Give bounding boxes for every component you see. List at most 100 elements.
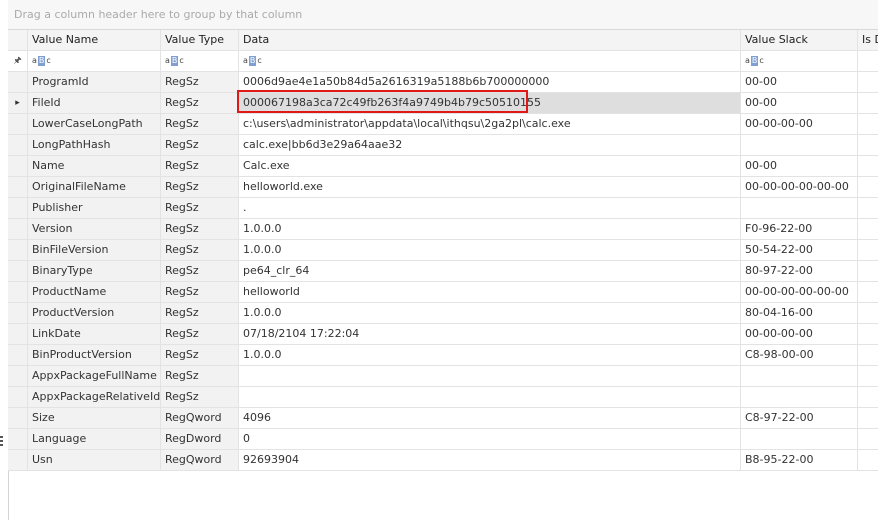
is-d-cell[interactable]: [858, 303, 878, 323]
value-type-cell[interactable]: RegSz: [161, 303, 239, 323]
value-slack-cell[interactable]: C8-98-00-00: [741, 345, 858, 365]
data-cell[interactable]: helloworld: [239, 282, 741, 302]
value-name-cell[interactable]: Publisher: [28, 198, 161, 218]
value-slack-cell[interactable]: 00-00: [741, 72, 858, 92]
data-cell[interactable]: 1.0.0.0: [239, 303, 741, 323]
data-cell[interactable]: [239, 387, 741, 407]
table-row[interactable]: BinProductVersion RegSz 1.0.0.0 C8-98-00-00: [8, 345, 878, 366]
value-name-cell[interactable]: FileId: [28, 93, 161, 113]
value-slack-cell[interactable]: 80-04-16-00: [741, 303, 858, 323]
is-d-cell[interactable]: [858, 198, 878, 218]
value-slack-cell[interactable]: F0-96-22-00: [741, 219, 858, 239]
table-row[interactable]: Language RegDword 0: [8, 429, 878, 450]
data-cell[interactable]: 0: [239, 429, 741, 449]
value-name-cell[interactable]: ProgramId: [28, 72, 161, 92]
table-row[interactable]: LinkDate RegSz 07/18/2104 17:22:04 00-00-00…: [8, 324, 878, 345]
data-cell[interactable]: 1.0.0.0: [239, 219, 741, 239]
table-row[interactable]: BinFileVersion RegSz 1.0.0.0 50-54-22-00: [8, 240, 878, 261]
value-slack-cell[interactable]: 80-97-22-00: [741, 261, 858, 281]
value-slack-cell[interactable]: [741, 366, 858, 386]
is-d-cell[interactable]: [858, 408, 878, 428]
column-header-data[interactable]: Data: [239, 30, 741, 50]
value-name-cell[interactable]: AppxPackageRelativeId: [28, 387, 161, 407]
table-row[interactable]: Version RegSz 1.0.0.0 F0-96-22-00: [8, 219, 878, 240]
is-d-cell[interactable]: [858, 345, 878, 365]
value-type-cell[interactable]: RegSz: [161, 282, 239, 302]
value-name-cell[interactable]: Language: [28, 429, 161, 449]
table-row[interactable]: OriginalFileName RegSz helloworld.exe 00-00…: [8, 177, 878, 198]
value-name-cell[interactable]: BinProductVersion: [28, 345, 161, 365]
is-d-cell[interactable]: [858, 93, 878, 113]
value-name-cell[interactable]: AppxPackageFullName: [28, 366, 161, 386]
data-cell[interactable]: Calc.exe: [239, 156, 741, 176]
is-d-cell[interactable]: [858, 450, 878, 470]
group-by-panel[interactable]: Drag a column header here to group by th…: [8, 0, 878, 30]
column-header-value-slack[interactable]: Value Slack: [741, 30, 858, 50]
value-type-cell[interactable]: RegQword: [161, 450, 239, 470]
table-row[interactable]: Size RegQword 4096 C8-97-22-00: [8, 408, 878, 429]
value-type-cell[interactable]: RegSz: [161, 93, 239, 113]
value-slack-cell[interactable]: 00-00-00-00: [741, 114, 858, 134]
data-cell[interactable]: 1.0.0.0: [239, 240, 741, 260]
value-name-cell[interactable]: Usn: [28, 450, 161, 470]
value-slack-cell[interactable]: 00-00-00-00-00-00: [741, 177, 858, 197]
data-cell[interactable]: 07/18/2104 17:22:04: [239, 324, 741, 344]
is-d-cell[interactable]: [858, 114, 878, 134]
data-cell[interactable]: c:\users\administrator\appdata\local\ith…: [239, 114, 741, 134]
value-name-cell[interactable]: OriginalFileName: [28, 177, 161, 197]
is-d-cell[interactable]: [858, 156, 878, 176]
column-header-is-d[interactable]: Is D: [858, 30, 878, 50]
value-slack-cell[interactable]: C8-97-22-00: [741, 408, 858, 428]
value-type-cell[interactable]: RegSz: [161, 114, 239, 134]
table-row[interactable]: Publisher RegSz.: [8, 198, 878, 219]
value-name-cell[interactable]: ProductName: [28, 282, 161, 302]
value-type-cell[interactable]: RegSz: [161, 345, 239, 365]
pin-icon[interactable]: 🖈: [8, 51, 28, 71]
is-d-cell[interactable]: [858, 366, 878, 386]
data-cell[interactable]: pe64_clr_64: [239, 261, 741, 281]
splitter-grip-icon[interactable]: [0, 436, 3, 450]
is-d-cell[interactable]: [858, 429, 878, 449]
value-type-cell[interactable]: RegSz: [161, 366, 239, 386]
value-slack-cell[interactable]: 00-00-00-00-00-00: [741, 282, 858, 302]
value-type-cell[interactable]: RegQword: [161, 408, 239, 428]
value-name-cell[interactable]: BinaryType: [28, 261, 161, 281]
value-type-cell[interactable]: RegSz: [161, 261, 239, 281]
value-name-cell[interactable]: LongPathHash: [28, 135, 161, 155]
value-type-cell[interactable]: RegSz: [161, 324, 239, 344]
table-row[interactable]: BinaryType RegSz pe64_clr_64 80-97-22-00: [8, 261, 878, 282]
is-d-cell[interactable]: [858, 282, 878, 302]
value-name-cell[interactable]: LinkDate: [28, 324, 161, 344]
value-name-cell[interactable]: Size: [28, 408, 161, 428]
data-cell[interactable]: .: [239, 198, 741, 218]
table-row[interactable]: LongPathHash RegSz calc.exe|bb6d3e29a64aae…: [8, 135, 878, 156]
value-slack-cell[interactable]: [741, 429, 858, 449]
value-name-cell[interactable]: BinFileVersion: [28, 240, 161, 260]
value-type-cell[interactable]: RegDword: [161, 429, 239, 449]
table-row[interactable]: ProductVersion RegSz 1.0.0.0 80-04-16-00: [8, 303, 878, 324]
value-type-cell[interactable]: RegSz: [161, 135, 239, 155]
is-d-cell[interactable]: [858, 72, 878, 92]
is-d-cell[interactable]: [858, 324, 878, 344]
table-row[interactable]: Usn RegQword 92693904 B8-95-22-00: [8, 450, 878, 471]
value-type-cell[interactable]: RegSz: [161, 156, 239, 176]
is-d-cell[interactable]: [858, 240, 878, 260]
is-d-cell[interactable]: [858, 135, 878, 155]
is-d-cell[interactable]: [858, 261, 878, 281]
value-slack-cell[interactable]: [741, 198, 858, 218]
value-name-cell[interactable]: Version: [28, 219, 161, 239]
value-type-cell[interactable]: RegSz: [161, 72, 239, 92]
table-row[interactable]: AppxPackageRelativeId RegSz: [8, 387, 878, 408]
abc-filter-icon[interactable]: aBc: [239, 51, 741, 71]
value-slack-cell[interactable]: 50-54-22-00: [741, 240, 858, 260]
value-type-cell[interactable]: RegSz: [161, 177, 239, 197]
column-header-value-type[interactable]: Value Type: [161, 30, 239, 50]
data-cell[interactable]: 1.0.0.0: [239, 345, 741, 365]
value-slack-cell[interactable]: [741, 387, 858, 407]
data-cell[interactable]: 0006d9ae4e1a50b84d5a2616319a5188b6b70000…: [239, 72, 741, 92]
value-name-cell[interactable]: LowerCaseLongPath: [28, 114, 161, 134]
table-row[interactable]: AppxPackageFullName RegSz: [8, 366, 878, 387]
is-d-cell[interactable]: [858, 177, 878, 197]
value-type-cell[interactable]: RegSz: [161, 219, 239, 239]
data-cell[interactable]: 92693904: [239, 450, 741, 470]
